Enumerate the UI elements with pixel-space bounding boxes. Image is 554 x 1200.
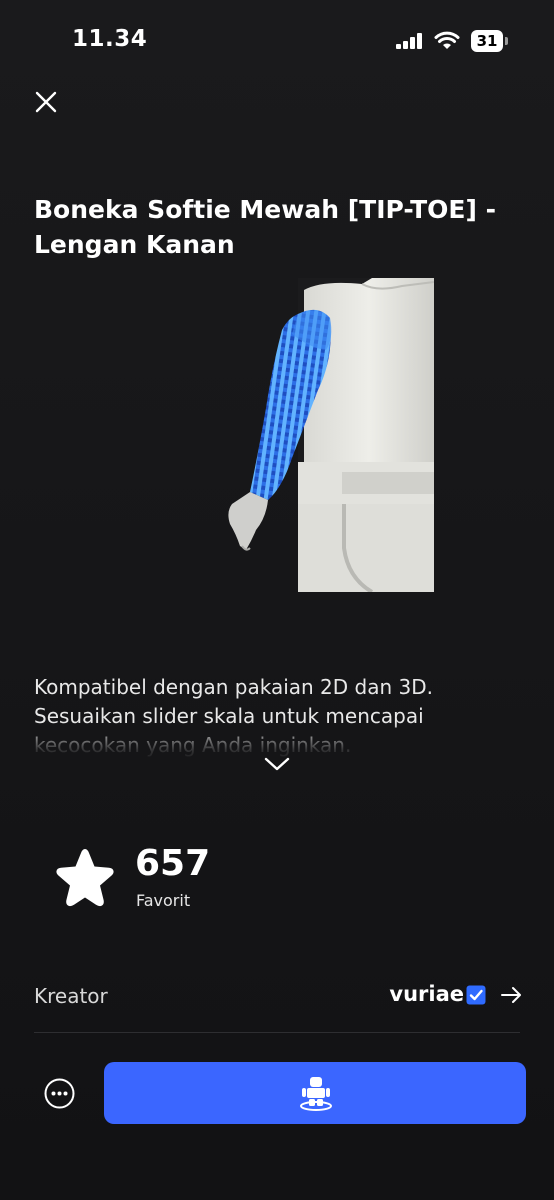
- item-detail-screen: 11.34 31 Boneka Softie Mewah [TIP-TOE] -…: [0, 0, 554, 1200]
- divider: [34, 1032, 520, 1033]
- favorites-label: Favorit: [136, 891, 191, 910]
- wifi-icon: [434, 31, 460, 49]
- battery-indicator: 31: [471, 30, 509, 52]
- star-icon[interactable]: [54, 846, 116, 908]
- creator-label: Kreator: [34, 984, 108, 1008]
- item-title: Boneka Softie Mewah [TIP-TOE] - Lengan K…: [34, 195, 496, 259]
- item-preview-image[interactable]: [222, 278, 434, 592]
- creator-row[interactable]: Kreator vuriae: [34, 976, 522, 1016]
- favorites-count: 657: [135, 843, 211, 884]
- close-icon[interactable]: [30, 86, 62, 118]
- more-icon[interactable]: [44, 1078, 75, 1109]
- chevron-down-icon[interactable]: [262, 752, 292, 776]
- avatar-try-on-icon: [300, 1077, 332, 1111]
- status-time: 11.34: [72, 26, 148, 52]
- try-on-button[interactable]: [104, 1062, 526, 1124]
- arrow-right-icon[interactable]: [500, 986, 522, 1004]
- cellular-signal-icon: [396, 33, 424, 49]
- verified-badge-icon: [466, 985, 486, 1005]
- battery-level: 31: [471, 30, 503, 52]
- creator-name[interactable]: vuriae: [389, 982, 464, 1006]
